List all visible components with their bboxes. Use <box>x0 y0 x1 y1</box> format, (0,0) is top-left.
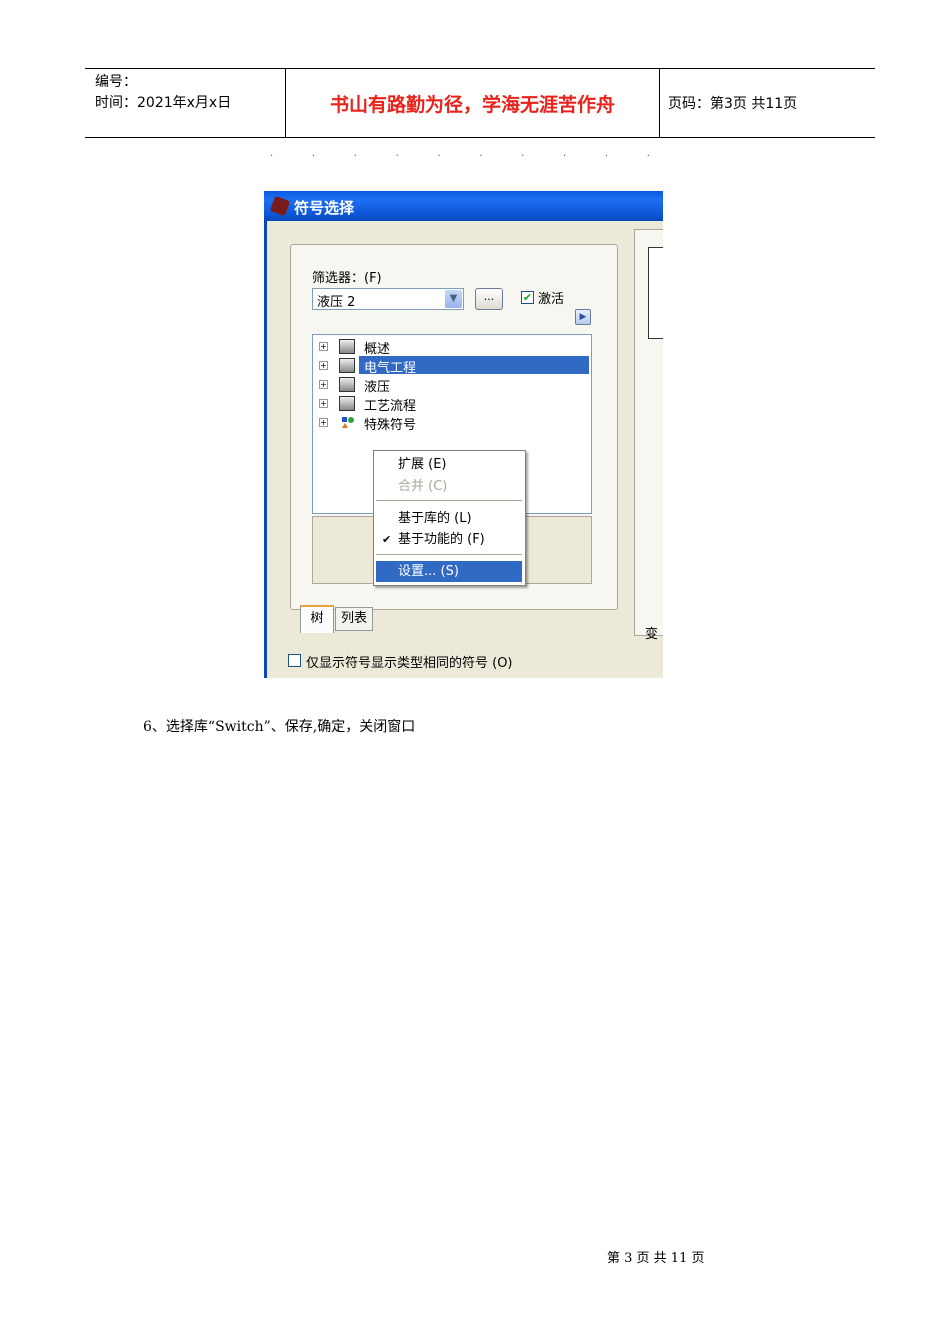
chevron-down-icon[interactable]: ▼ <box>445 290 462 308</box>
tab-list[interactable]: 列表 <box>335 607 373 631</box>
activate-checkbox[interactable]: ✔ <box>521 291 534 304</box>
filter-combo[interactable]: 液压 2 ▼ <box>312 288 464 310</box>
checkmark-icon: ✔ <box>382 533 392 546</box>
filter-value: 液压 2 <box>317 295 356 310</box>
serial-label: 编号： <box>95 74 137 90</box>
filter-label: 筛选器：(F) <box>312 271 382 286</box>
library-icon <box>339 396 355 411</box>
tree-item[interactable]: + 液压 <box>313 375 591 395</box>
expand-icon[interactable]: + <box>319 399 328 408</box>
play-arrow-icon[interactable]: ▶ <box>575 309 591 325</box>
context-menu: 扩展 (E) 合并 (C) 基于库的 (L) ✔ 基于功能的 (F) 设置...… <box>373 450 526 586</box>
expand-icon[interactable]: + <box>319 342 328 351</box>
header-left-cell: 编号： 时间：2021年x月x日 <box>95 72 231 114</box>
dotted-leader: · · · · · · · · · · <box>270 151 650 162</box>
header-page-label: 页码：第3页 共11页 <box>668 96 798 112</box>
header-divider <box>659 69 660 137</box>
tree-item-label: 特殊符号 <box>364 418 417 433</box>
more-button[interactable]: ... <box>475 288 503 310</box>
only-same-type-checkbox[interactable] <box>288 654 301 667</box>
tree-item-label: 液压 <box>364 380 391 395</box>
tree-item-selected[interactable]: + 电气工程 <box>313 356 591 376</box>
symbol-select-dialog: 符号选择 筛选器：(F) 液压 2 ▼ ... ✔ 激活 ▶ + 概述 + 电气… <box>264 191 663 678</box>
tree-item-label: 概述 <box>364 342 391 357</box>
library-icon <box>339 358 355 373</box>
expand-icon[interactable]: + <box>319 361 328 370</box>
header-motto: 书山有路勤为径，学海无涯苦作舟 <box>329 93 615 116</box>
header-table: 编号： 时间：2021年x月x日 书山有路勤为径，学海无涯苦作舟 页码：第3页 … <box>85 68 875 138</box>
dialog-title-bar[interactable]: 符号选择 <box>264 191 663 221</box>
library-icon <box>339 339 355 354</box>
tree-item[interactable]: + 工艺流程 <box>313 394 591 414</box>
app-icon <box>269 195 291 217</box>
menu-item-function-based[interactable]: ✔ 基于功能的 (F) <box>376 529 522 550</box>
menu-item-settings[interactable]: 设置... (S) <box>376 561 522 582</box>
menu-item-library-based[interactable]: 基于库的 (L) <box>376 508 522 529</box>
page-footer: 第 3 页 共 11 页 <box>607 1251 705 1266</box>
right-pane-label: 变 <box>645 627 659 642</box>
menu-separator <box>376 554 522 555</box>
expand-icon[interactable]: + <box>319 380 328 389</box>
tree-item-label: 工艺流程 <box>364 399 417 414</box>
special-symbols-icon <box>342 417 354 428</box>
dialog-title: 符号选择 <box>294 199 355 217</box>
tree-item[interactable]: + 概述 <box>313 337 591 357</box>
step-6-text: 6、选择库“Switch”、保存,确定，关闭窗口 <box>143 719 416 735</box>
activate-label: 激活 <box>538 292 565 307</box>
menu-separator <box>376 500 522 501</box>
symbol-preview-box <box>648 247 663 339</box>
tree-item[interactable]: + 特殊符号 <box>313 413 591 433</box>
tree-item-label: 电气工程 <box>364 361 417 376</box>
library-icon <box>339 377 355 392</box>
tab-tree[interactable]: 树 <box>300 605 334 633</box>
only-same-type-label: 仅显示符号显示类型相同的符号 (O) <box>306 656 513 671</box>
menu-item-collapse[interactable]: 合并 (C) <box>376 476 522 497</box>
expand-icon[interactable]: + <box>319 418 328 427</box>
menu-item-expand[interactable]: 扩展 (E) <box>376 454 522 475</box>
date-label: 时间：2021年x月x日 <box>95 95 232 111</box>
